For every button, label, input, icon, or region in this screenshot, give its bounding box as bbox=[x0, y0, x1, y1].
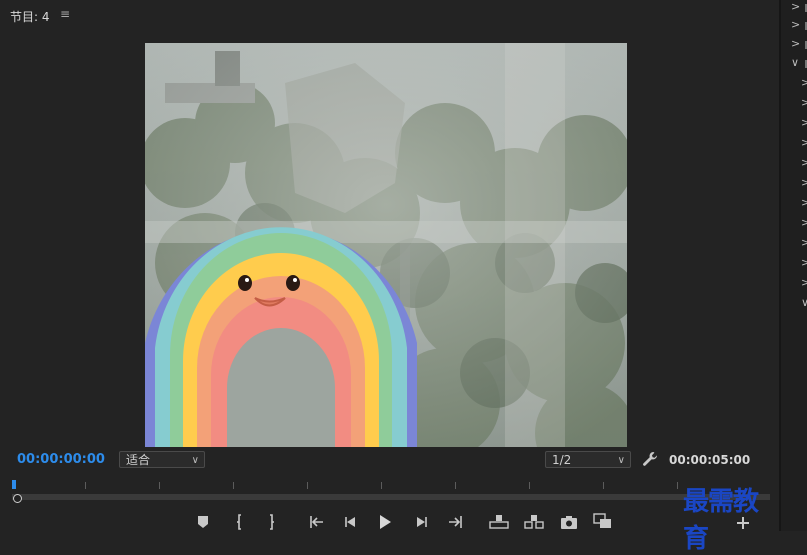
side-expand-icon[interactable]: > bbox=[801, 176, 807, 189]
preview-image bbox=[145, 43, 627, 447]
step-back-icon[interactable] bbox=[341, 513, 361, 531]
time-ruler[interactable] bbox=[12, 478, 774, 500]
panel-title[interactable]: 节目: 4 bbox=[10, 8, 50, 25]
playback-resolution-select[interactable]: 1/2 ∨ bbox=[545, 451, 631, 468]
ruler-tick bbox=[529, 482, 530, 489]
step-forward-icon[interactable] bbox=[411, 513, 431, 531]
side-expand-icon[interactable]: > bbox=[801, 76, 807, 89]
zoom-level-select[interactable]: 适合 ∨ bbox=[119, 451, 205, 468]
comparison-icon[interactable] bbox=[593, 513, 613, 531]
ruler-tick bbox=[159, 482, 160, 489]
mark-in-icon[interactable] bbox=[230, 513, 250, 531]
zoom-level-value: 适合 bbox=[126, 453, 151, 467]
ruler-tick bbox=[603, 482, 604, 489]
side-expand-icon[interactable]: > bbox=[801, 276, 807, 289]
go-to-in-icon[interactable] bbox=[307, 513, 327, 531]
panel-tab-bar: 节目: 4 ≡ bbox=[0, 0, 779, 30]
extract-icon[interactable] bbox=[523, 513, 544, 531]
timeline-scroll-track[interactable] bbox=[12, 494, 770, 500]
transport-controls bbox=[0, 513, 779, 531]
side-expand-icon[interactable]: > bbox=[801, 196, 807, 209]
wrench-icon[interactable] bbox=[641, 450, 659, 468]
side-expand-icon[interactable]: > bbox=[801, 96, 807, 109]
side-expand-icon[interactable]: > bbox=[801, 216, 807, 229]
side-collapse-icon[interactable]: ∨ bbox=[801, 296, 807, 309]
side-expand-icon[interactable]: > bbox=[801, 236, 807, 249]
ruler-tick bbox=[307, 482, 308, 489]
ruler-tick bbox=[233, 482, 234, 489]
side-expand-icon[interactable]: > bbox=[791, 37, 800, 50]
current-timecode[interactable]: 00:00:00:00 bbox=[17, 452, 105, 467]
chevron-down-icon: ∨ bbox=[191, 455, 199, 466]
side-expand-icon[interactable]: > bbox=[801, 116, 807, 129]
go-to-out-icon[interactable] bbox=[445, 513, 465, 531]
side-expand-icon[interactable]: > bbox=[801, 156, 807, 169]
camera-icon[interactable] bbox=[559, 513, 579, 531]
chevron-down-icon: ∨ bbox=[617, 455, 625, 466]
side-panel: > > > ∨ > > > > > > > > > > > ∨ bbox=[779, 0, 807, 531]
marker-icon[interactable] bbox=[193, 513, 213, 531]
ruler-tick bbox=[381, 482, 382, 489]
playhead-handle[interactable] bbox=[12, 480, 16, 489]
mark-out-icon[interactable] bbox=[261, 513, 281, 531]
watermark-logo: 最需教育 bbox=[683, 487, 759, 554]
ruler-tick bbox=[85, 482, 86, 489]
ruler-tick bbox=[677, 482, 678, 489]
video-preview[interactable] bbox=[145, 43, 627, 447]
ruler-tick bbox=[455, 482, 456, 489]
zoom-scroll-handle[interactable] bbox=[13, 494, 22, 503]
side-expand-icon[interactable]: > bbox=[791, 18, 800, 31]
side-collapse-icon[interactable]: ∨ bbox=[791, 56, 799, 69]
hamburger-icon[interactable]: ≡ bbox=[60, 7, 70, 21]
side-expand-icon[interactable]: > bbox=[801, 136, 807, 149]
playback-resolution-value: 1/2 bbox=[552, 453, 572, 467]
duration-timecode: 00:00:05:00 bbox=[669, 453, 751, 467]
program-monitor-panel: 节目: 4 ≡ 00:00:00:00 适合 ∨ 1/2 ∨ 00:00:05:… bbox=[0, 0, 779, 554]
lift-icon[interactable] bbox=[488, 513, 509, 531]
play-icon[interactable] bbox=[375, 513, 395, 531]
side-expand-icon[interactable]: > bbox=[801, 256, 807, 269]
side-expand-icon[interactable]: > bbox=[791, 0, 800, 13]
